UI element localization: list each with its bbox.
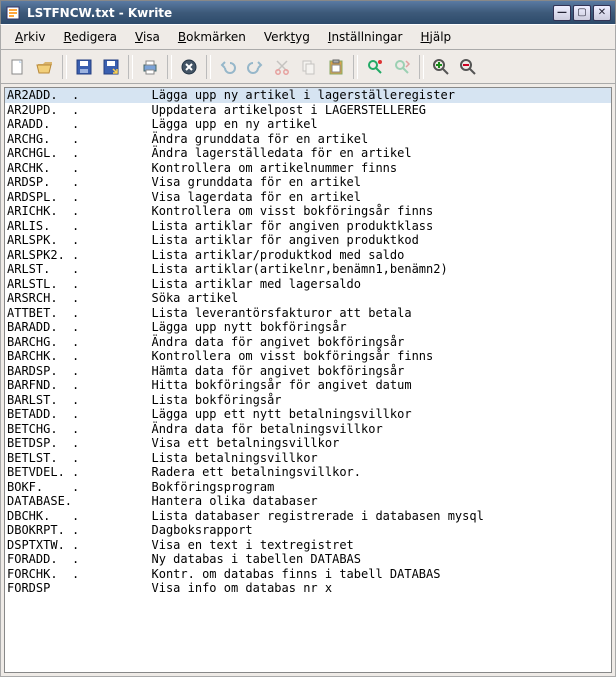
copy-icon <box>296 54 322 80</box>
editor-line[interactable]: ARCHGL. . Ändra lagerställedata för en a… <box>5 146 611 161</box>
editor-line[interactable]: ARLST. . Lista artiklar(artikelnr,benämn… <box>5 262 611 277</box>
text-editor[interactable]: AR2ADD. . Lägga upp ny artikel i lagerst… <box>4 87 612 673</box>
save-icon[interactable] <box>71 54 97 80</box>
editor-line[interactable]: FORCHK. . Kontr. om databas finns i tabe… <box>5 567 611 582</box>
editor-line[interactable]: DBOKRPT. . Dagboksrapport <box>5 523 611 538</box>
editor-line[interactable]: BARLST. . Lista bokföringsår <box>5 393 611 408</box>
editor-line[interactable]: ARCHG. . Ändra grunddata för en artikel <box>5 132 611 147</box>
redo-icon <box>242 54 268 80</box>
menu-bokmärken[interactable]: Bokmärken <box>170 27 254 47</box>
print-icon[interactable] <box>137 54 163 80</box>
editor-line[interactable]: FORDSP Visa info om databas nr x <box>5 581 611 596</box>
menu-redigera[interactable]: Redigera <box>56 27 125 47</box>
editor-line[interactable]: BETDSP. . Visa ett betalningsvillkor <box>5 436 611 451</box>
editor-line[interactable]: FORADD. . Ny databas i tabellen DATABAS <box>5 552 611 567</box>
editor-line[interactable]: ARCHK. . Kontrollera om artikelnummer fi… <box>5 161 611 176</box>
editor-line[interactable]: BARADD. . Lägga upp nytt bokföringsår <box>5 320 611 335</box>
editor-line[interactable]: AR2ADD. . Lägga upp ny artikel i lagerst… <box>5 88 611 103</box>
editor-area: AR2ADD. . Lägga upp ny artikel i lagerst… <box>0 84 616 677</box>
toolbar-separator <box>62 55 67 79</box>
menu-verktyg[interactable]: Verktyg <box>256 27 318 47</box>
editor-line[interactable]: DSPTXTW. . Visa en text i textregistret <box>5 538 611 553</box>
app-icon <box>5 5 21 21</box>
menu-arkiv[interactable]: Arkiv <box>7 27 54 47</box>
editor-line[interactable]: ARLIS. . Lista artiklar för angiven prod… <box>5 219 611 234</box>
editor-line[interactable]: BETADD. . Lägga upp ett nytt betalningsv… <box>5 407 611 422</box>
editor-line[interactable]: BARDSP. . Hämta data för angivet bokföri… <box>5 364 611 379</box>
editor-line[interactable]: ARLSTL. . Lista artiklar med lagersaldo <box>5 277 611 292</box>
window-title: LSTFNCW.txt - Kwrite <box>27 6 551 20</box>
toolbar-separator <box>353 55 358 79</box>
zoom-out-icon[interactable] <box>455 54 481 80</box>
paste-icon[interactable] <box>323 54 349 80</box>
editor-line[interactable]: ARLSPK2. . Lista artiklar/produktkod med… <box>5 248 611 263</box>
minimize-button[interactable]: — <box>553 5 571 21</box>
editor-line[interactable]: ARSRCH. . Söka artikel <box>5 291 611 306</box>
toolbar-separator <box>206 55 211 79</box>
editor-line[interactable]: ARLSPK. . Lista artiklar för angiven pro… <box>5 233 611 248</box>
editor-line[interactable]: BETVDEL. . Radera ett betalningsvillkor. <box>5 465 611 480</box>
toolbar <box>0 50 616 84</box>
editor-line[interactable]: BOKF. . Bokföringsprogram <box>5 480 611 495</box>
editor-line[interactable]: BETCHG. . Ändra data för betalningsvillk… <box>5 422 611 437</box>
editor-line[interactable]: BARFND. . Hitta bokföringsår för angivet… <box>5 378 611 393</box>
toolbar-separator <box>128 55 133 79</box>
close-button[interactable]: ✕ <box>593 5 611 21</box>
menubar: ArkivRedigeraVisaBokmärkenVerktygInställ… <box>0 24 616 50</box>
toolbar-separator <box>419 55 424 79</box>
cut-icon <box>269 54 295 80</box>
undo-icon <box>215 54 241 80</box>
save-as-icon[interactable] <box>98 54 124 80</box>
editor-line[interactable]: DBCHK. . Lista databaser registrerade i … <box>5 509 611 524</box>
open-icon[interactable] <box>32 54 58 80</box>
editor-line[interactable]: ARDSPL. . Visa lagerdata för en artikel <box>5 190 611 205</box>
find-icon[interactable] <box>362 54 388 80</box>
zoom-in-icon[interactable] <box>428 54 454 80</box>
titlebar: LSTFNCW.txt - Kwrite — ▢ ✕ <box>0 0 616 24</box>
editor-line[interactable]: BARCHK. . Kontrollera om visst bokföring… <box>5 349 611 364</box>
new-icon[interactable] <box>5 54 31 80</box>
toolbar-separator <box>167 55 172 79</box>
menu-inställningar[interactable]: Inställningar <box>320 27 411 47</box>
editor-line[interactable]: AR2UPD. . Uppdatera artikelpost i LAGERS… <box>5 103 611 118</box>
editor-line[interactable]: DATABASE. Hantera olika databaser <box>5 494 611 509</box>
editor-line[interactable]: ATTBET. . Lista leverantörsfakturor att … <box>5 306 611 321</box>
maximize-button[interactable]: ▢ <box>573 5 591 21</box>
menu-visa[interactable]: Visa <box>127 27 168 47</box>
editor-line[interactable]: BETLST. . Lista betalningsvillkor <box>5 451 611 466</box>
menu-hjälp[interactable]: Hjälp <box>412 27 459 47</box>
editor-line[interactable]: ARDSP. . Visa grunddata för en artikel <box>5 175 611 190</box>
find-next-icon <box>389 54 415 80</box>
editor-line[interactable]: BARCHG. . Ändra data för angivet bokföri… <box>5 335 611 350</box>
editor-line[interactable]: ARICHK. . Kontrollera om visst bokföring… <box>5 204 611 219</box>
close-icon[interactable] <box>176 54 202 80</box>
editor-line[interactable]: ARADD. . Lägga upp en ny artikel <box>5 117 611 132</box>
